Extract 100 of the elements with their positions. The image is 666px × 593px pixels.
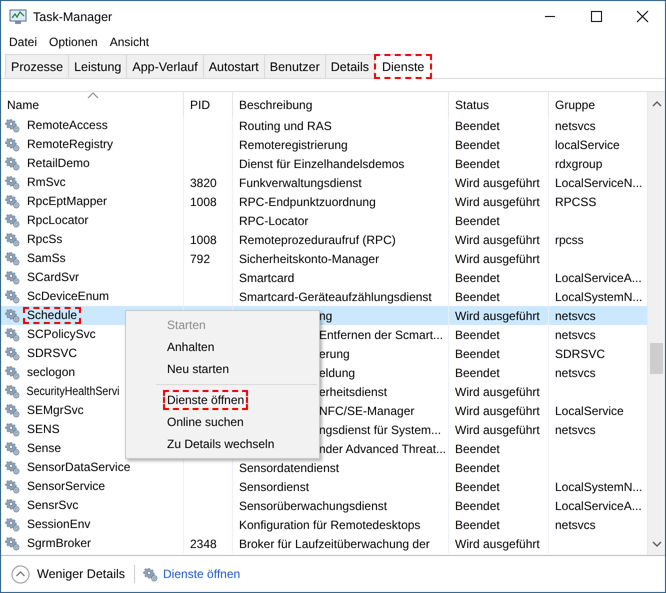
status-cell: Beendet: [455, 366, 500, 380]
tab[interactable]: Dienste: [374, 54, 432, 79]
tab[interactable]: Details: [324, 54, 375, 78]
context-menu-item[interactable]: Zu Details wechseln: [163, 434, 278, 454]
service-name: SensorDataService: [26, 459, 132, 476]
group-cell: netsvcs: [555, 118, 596, 132]
service-name: seclogon: [26, 364, 76, 381]
tab[interactable]: Benutzer: [264, 54, 326, 78]
service-name: Schedule: [23, 307, 82, 324]
menu-item[interactable]: Optionen: [43, 34, 104, 48]
status-cell: Beendet: [455, 498, 500, 512]
description-cell: erung: [319, 346, 350, 360]
context-menu-item[interactable]: Online suchen: [163, 412, 248, 432]
service-name: SCardSvr: [26, 269, 80, 286]
service-name: SensorService: [26, 478, 106, 495]
status-cell: Beendet: [455, 138, 500, 152]
gear-icon: [5, 137, 20, 152]
service-name: SEMgrSvc: [26, 402, 85, 419]
description-cell: Entfernen der Scmart...: [319, 328, 444, 342]
group-cell: LocalServiceA...: [555, 270, 642, 284]
description-cell: Routing und RAS: [239, 118, 332, 132]
column-header[interactable]: Status: [455, 98, 490, 112]
column-header[interactable]: Beschreibung: [239, 98, 312, 112]
gear-icon: [5, 270, 20, 285]
service-name: RemoteRegistry: [26, 136, 114, 153]
service-name: SecurityHealthServi: [26, 383, 120, 400]
status-cell: Wird ausgeführt: [455, 404, 540, 418]
description-cell: nder Advanced Threat...: [319, 442, 446, 456]
gear-icon: [5, 403, 20, 418]
service-name: SCPolicySvc: [26, 326, 97, 343]
description-cell: Remoteregistrierung: [239, 138, 348, 152]
pid-cell: 1008: [190, 232, 217, 246]
group-cell: LocalSystemN...: [555, 290, 642, 304]
gear-icon: [5, 460, 20, 475]
group-cell: netsvcs: [555, 366, 596, 380]
service-name: RpcLocator: [26, 212, 90, 229]
description-cell: Sensordienst: [239, 480, 310, 494]
status-cell: Wird ausgeführt: [455, 252, 540, 266]
description-cell: Sensordatendienst: [239, 460, 340, 474]
pid-cell: 2348: [190, 536, 217, 550]
description-cell: Konfiguration für Remotedesktops: [239, 518, 420, 532]
group-cell: LocalServiceN...: [555, 176, 642, 190]
menu-item[interactable]: Ansicht: [104, 34, 156, 48]
collapse-icon[interactable]: [11, 564, 30, 584]
tab[interactable]: Prozesse: [5, 54, 70, 78]
status-cell: Wird ausgeführt: [455, 384, 540, 398]
service-name: RpcEptMapper: [26, 193, 108, 210]
scroll-thumb[interactable]: [650, 343, 664, 374]
group-cell: netsvcs: [555, 422, 596, 436]
service-name: RpcSs: [26, 231, 64, 248]
status-cell: Beendet: [455, 290, 500, 304]
gear-icon: [5, 251, 20, 266]
pid-cell: 792: [190, 252, 210, 266]
gear-icon: [5, 194, 20, 209]
tab[interactable]: App-Verlauf: [126, 54, 204, 78]
status-cell: Beendet: [455, 156, 500, 170]
gear-icon: [5, 327, 20, 342]
description-cell: Funkverwaltungsdienst: [239, 176, 362, 190]
service-name: SENS: [26, 421, 61, 438]
gear-icon: [5, 232, 20, 247]
window-title: Task-Manager: [33, 10, 112, 24]
status-cell: Wird ausgeführt: [455, 194, 540, 208]
group-cell: rdxgroup: [555, 156, 602, 170]
tab[interactable]: Leistung: [68, 54, 128, 78]
context-menu-item[interactable]: Anhalten: [163, 337, 218, 357]
service-name: RemoteAccess: [26, 117, 109, 134]
service-name: SgrmBroker: [26, 535, 92, 552]
status-cell: Beendet: [455, 118, 500, 132]
group-cell: netsvcs: [555, 308, 596, 322]
column-header[interactable]: Name: [7, 98, 40, 112]
context-menu-item[interactable]: Dienste öffnen: [163, 390, 248, 410]
status-cell: Beendet: [455, 480, 500, 494]
description-cell: Sicherheitskonto-Manager: [239, 252, 380, 266]
column-header[interactable]: PID: [190, 98, 210, 112]
open-services-link[interactable]: Dienste öffnen: [163, 567, 240, 581]
gear-icon: [5, 213, 20, 228]
tab[interactable]: Autostart: [202, 54, 265, 78]
status-cell: Beendet: [455, 518, 500, 532]
gear-icon: [5, 346, 20, 361]
description-cell: eldung: [319, 366, 356, 380]
context-menu-item[interactable]: Neu starten: [163, 359, 234, 379]
status-cell: Beendet: [455, 442, 500, 456]
group-cell: localService: [555, 138, 620, 152]
status-cell: Wird ausgeführt: [455, 422, 540, 436]
group-cell: SDRSVC: [555, 346, 606, 360]
group-cell: LocalService: [555, 404, 624, 418]
service-name: ScDeviceEnum: [26, 288, 110, 305]
pid-cell: 3820: [190, 176, 217, 190]
description-cell: RPC-Endpunktzuordnung: [239, 194, 376, 208]
service-name: Sense: [26, 440, 62, 457]
fewer-details-link[interactable]: Weniger Details: [37, 567, 126, 581]
scrollbar[interactable]: [647, 92, 665, 555]
description-cell: Dienst für Einzelhandelsdemos: [239, 156, 404, 170]
description-cell: RPC-Locator: [239, 214, 308, 228]
group-cell: netsvcs: [555, 518, 596, 532]
menu-item[interactable]: Datei: [3, 34, 44, 48]
column-header[interactable]: Gruppe: [555, 98, 596, 112]
gear-icon: [5, 536, 20, 551]
status-cell: Wird ausgeführt: [455, 308, 540, 322]
description-cell: Sensorüberwachungsdienst: [239, 498, 388, 512]
